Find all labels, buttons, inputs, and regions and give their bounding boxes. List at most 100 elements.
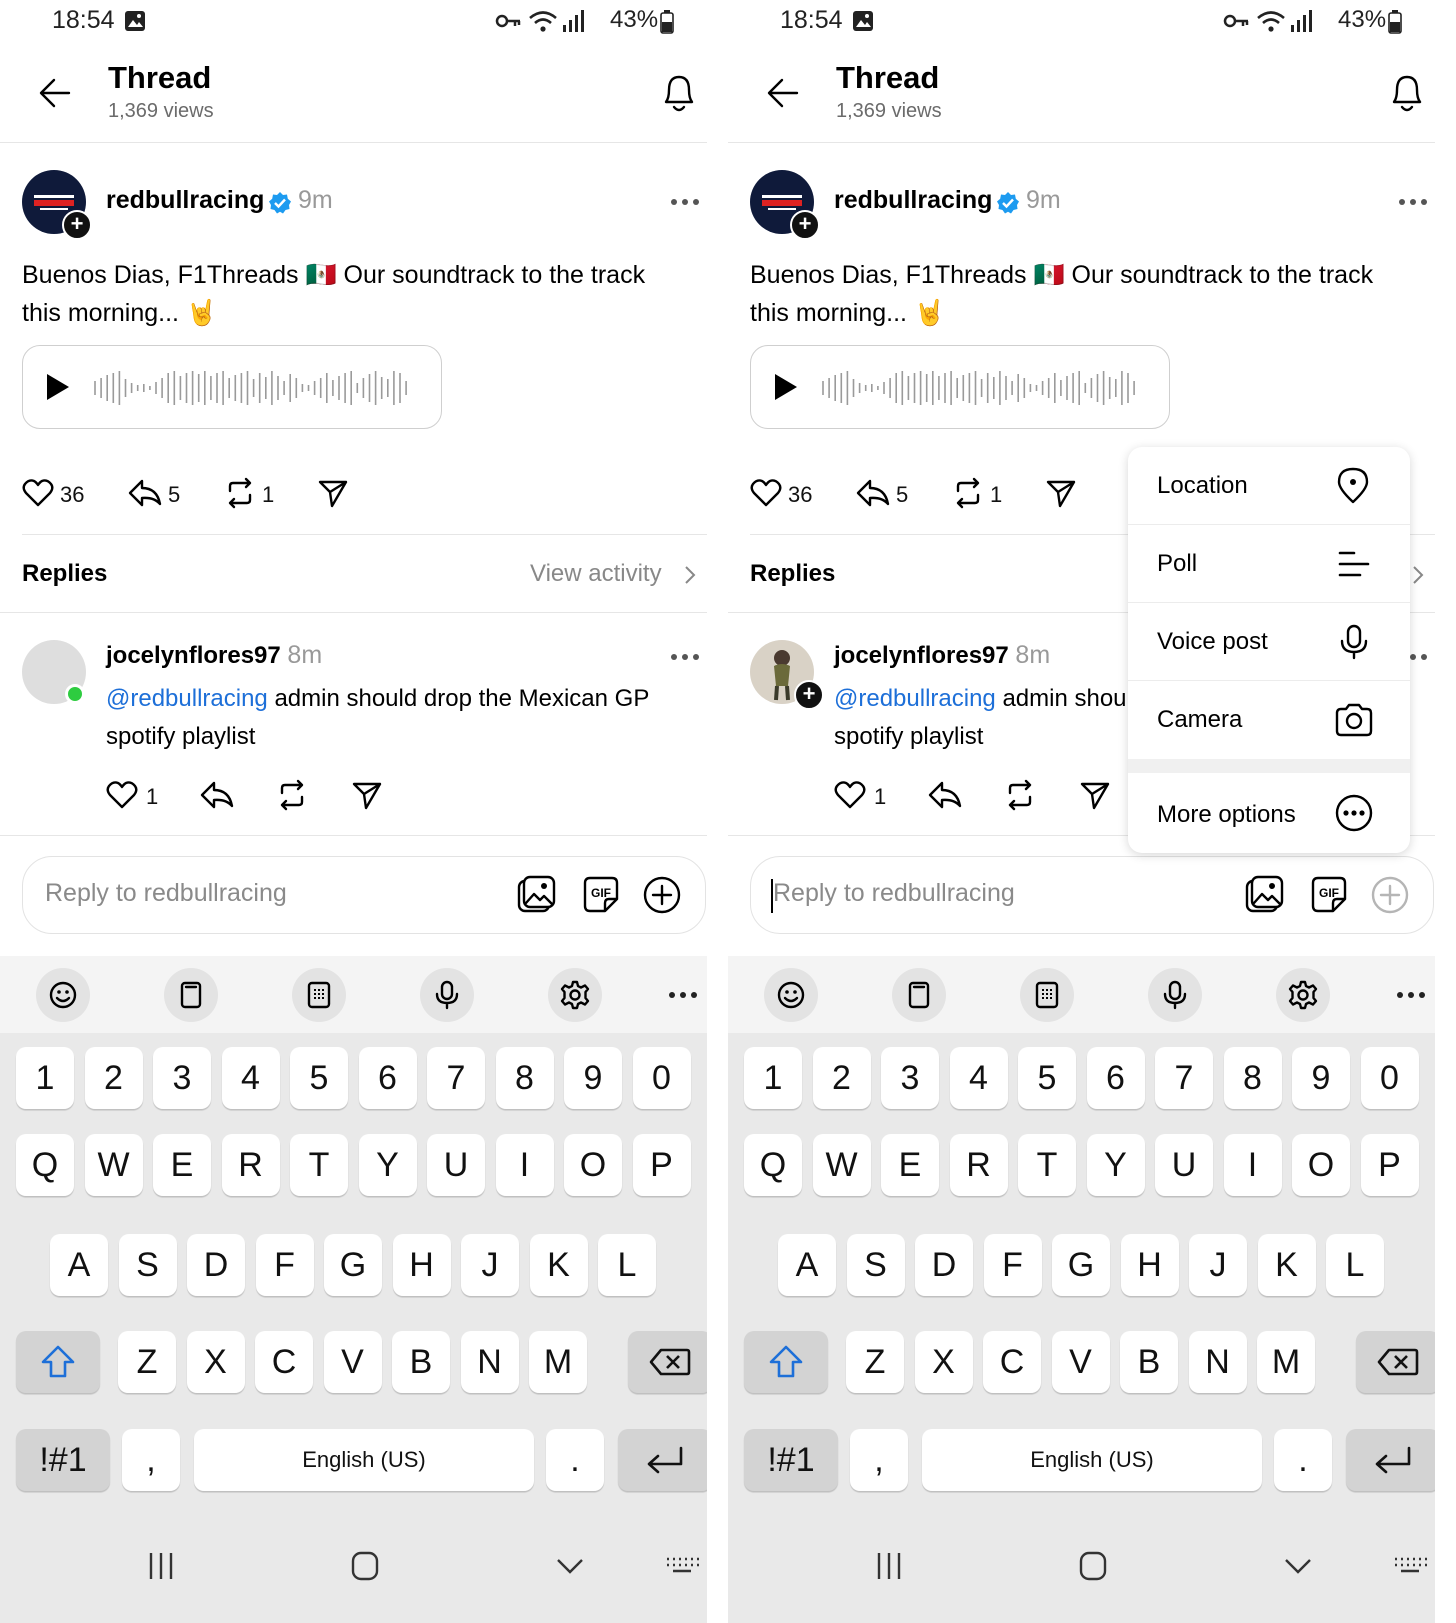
chevron-down-icon[interactable] <box>1284 1558 1312 1574</box>
key[interactable]: N <box>1188 1331 1247 1393</box>
key[interactable]: J <box>1189 1234 1247 1296</box>
arrow-left-icon[interactable] <box>38 76 72 110</box>
emoji-button[interactable] <box>764 968 818 1022</box>
key[interactable]: C <box>255 1331 313 1393</box>
key[interactable]: F <box>983 1234 1042 1296</box>
key[interactable]: P <box>1360 1134 1419 1196</box>
voice-input-button[interactable] <box>1148 968 1202 1022</box>
reply-icon[interactable] <box>856 478 890 508</box>
menu-item-poll[interactable]: Poll <box>1128 525 1410 603</box>
gallery-icon[interactable] <box>1245 875 1285 915</box>
key[interactable]: 5 <box>1018 1047 1076 1109</box>
key[interactable]: 9 <box>564 1047 622 1109</box>
key[interactable]: P <box>632 1134 691 1196</box>
key[interactable]: X <box>914 1331 973 1393</box>
gif-icon[interactable]: GIF <box>1309 875 1349 915</box>
arrow-left-icon[interactable] <box>766 76 800 110</box>
key[interactable]: V <box>1051 1331 1110 1393</box>
reply-icon[interactable] <box>928 780 962 810</box>
share-icon[interactable] <box>1080 780 1110 810</box>
settings-button[interactable] <box>1276 968 1330 1022</box>
settings-button[interactable] <box>548 968 602 1022</box>
key[interactable]: U <box>427 1134 485 1196</box>
recent-apps-icon[interactable] <box>148 1551 174 1581</box>
key[interactable]: 5 <box>290 1047 348 1109</box>
key[interactable]: E <box>153 1134 211 1196</box>
key[interactable]: K <box>529 1234 588 1296</box>
clipboard-button[interactable] <box>892 968 946 1022</box>
key[interactable]: R <box>221 1134 280 1196</box>
key[interactable]: 4 <box>949 1047 1008 1109</box>
voice-input-button[interactable] <box>420 968 474 1022</box>
key[interactable]: E <box>881 1134 939 1196</box>
key[interactable]: O <box>564 1134 622 1196</box>
key[interactable]: D <box>915 1234 973 1296</box>
comma-key[interactable]: , <box>850 1429 908 1491</box>
key[interactable]: Z <box>846 1331 904 1393</box>
keypad-button[interactable] <box>1020 968 1074 1022</box>
key[interactable]: M <box>1257 1331 1315 1393</box>
more-horizontal-icon[interactable] <box>1396 991 1426 999</box>
clipboard-button[interactable] <box>164 968 218 1022</box>
key[interactable]: Q <box>16 1134 74 1196</box>
reply-input[interactable]: Reply to redbullracing GIF <box>750 856 1434 934</box>
key[interactable]: 0 <box>632 1047 691 1109</box>
key[interactable]: G <box>1052 1234 1110 1296</box>
key[interactable]: 7 <box>1155 1047 1213 1109</box>
key[interactable]: H <box>392 1234 451 1296</box>
reply-icon[interactable] <box>128 478 162 508</box>
symbols-key[interactable]: !#1 <box>744 1429 838 1491</box>
mention-link[interactable]: @redbullracing <box>106 685 268 712</box>
space-key[interactable]: English (US) <box>922 1429 1262 1491</box>
key[interactable]: D <box>187 1234 245 1296</box>
menu-item-voice-post[interactable]: Voice post <box>1128 603 1410 681</box>
key[interactable]: B <box>1120 1331 1178 1393</box>
key[interactable]: A <box>778 1234 836 1296</box>
key[interactable]: 2 <box>812 1047 871 1109</box>
key[interactable]: O <box>1292 1134 1350 1196</box>
key[interactable]: 2 <box>84 1047 143 1109</box>
reply-input[interactable]: Reply to redbullracing GIF <box>22 856 706 934</box>
repost-icon[interactable] <box>276 779 308 811</box>
repost-icon[interactable] <box>1004 779 1036 811</box>
gif-icon[interactable]: GIF <box>581 875 621 915</box>
follow-plus-icon[interactable]: + <box>62 210 92 240</box>
key[interactable]: 1 <box>744 1047 802 1109</box>
share-icon[interactable] <box>352 780 382 810</box>
bell-icon[interactable] <box>660 72 698 114</box>
key[interactable]: 4 <box>221 1047 280 1109</box>
key[interactable]: K <box>1257 1234 1316 1296</box>
key[interactable]: 1 <box>16 1047 74 1109</box>
key[interactable]: M <box>529 1331 587 1393</box>
key[interactable]: T <box>290 1134 348 1196</box>
key[interactable]: 6 <box>1086 1047 1145 1109</box>
symbols-key[interactable]: !#1 <box>16 1429 110 1491</box>
key[interactable]: G <box>324 1234 382 1296</box>
key[interactable]: S <box>118 1234 177 1296</box>
key[interactable]: H <box>1120 1234 1179 1296</box>
menu-item-more-options[interactable]: More options <box>1128 773 1410 853</box>
key[interactable]: Q <box>744 1134 802 1196</box>
key[interactable]: Z <box>118 1331 176 1393</box>
heart-icon[interactable] <box>22 478 54 508</box>
add-plus-icon[interactable] <box>1371 876 1409 914</box>
key[interactable]: F <box>255 1234 314 1296</box>
key[interactable]: Y <box>1086 1134 1145 1196</box>
repost-icon[interactable] <box>952 477 984 509</box>
menu-item-camera[interactable]: Camera <box>1128 681 1410 759</box>
home-icon[interactable] <box>1079 1551 1107 1581</box>
key[interactable]: J <box>461 1234 519 1296</box>
more-horizontal-icon[interactable] <box>670 653 700 661</box>
reply-author[interactable]: jocelynflores97 8m <box>834 641 1050 670</box>
audio-player[interactable] <box>22 345 442 429</box>
reply-author[interactable]: jocelynflores97 8m <box>106 641 322 670</box>
follow-plus-icon[interactable]: + <box>790 210 820 240</box>
chevron-right-icon[interactable] <box>1412 565 1424 585</box>
chevron-down-icon[interactable] <box>556 1558 584 1574</box>
key[interactable]: N <box>460 1331 519 1393</box>
key[interactable]: V <box>323 1331 382 1393</box>
more-horizontal-icon[interactable] <box>668 991 698 999</box>
share-icon[interactable] <box>1046 478 1076 508</box>
backspace-key[interactable] <box>1356 1331 1435 1393</box>
bell-icon[interactable] <box>1388 72 1426 114</box>
